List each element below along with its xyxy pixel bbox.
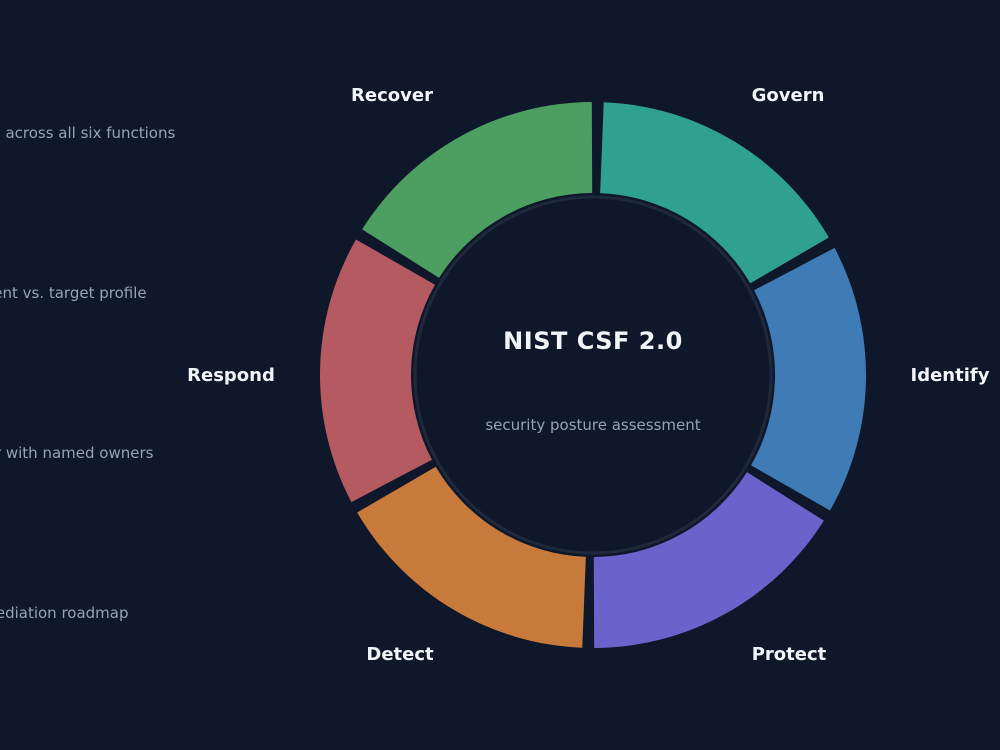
label-identify: Identify (911, 365, 990, 386)
center-subtitle: security posture assessment (485, 416, 700, 434)
center-title: NIST CSF 2.0 (503, 327, 683, 355)
inner-ring (413, 195, 773, 555)
label-recover: Recover (351, 85, 433, 106)
label-protect: Protect (752, 644, 827, 665)
label-govern: Govern (752, 85, 825, 106)
label-respond: Respond (187, 365, 275, 386)
label-detect: Detect (366, 644, 434, 665)
csf-wheel-diagram: Govern Identify Protect Detect Respond Recove… (187, 85, 990, 665)
